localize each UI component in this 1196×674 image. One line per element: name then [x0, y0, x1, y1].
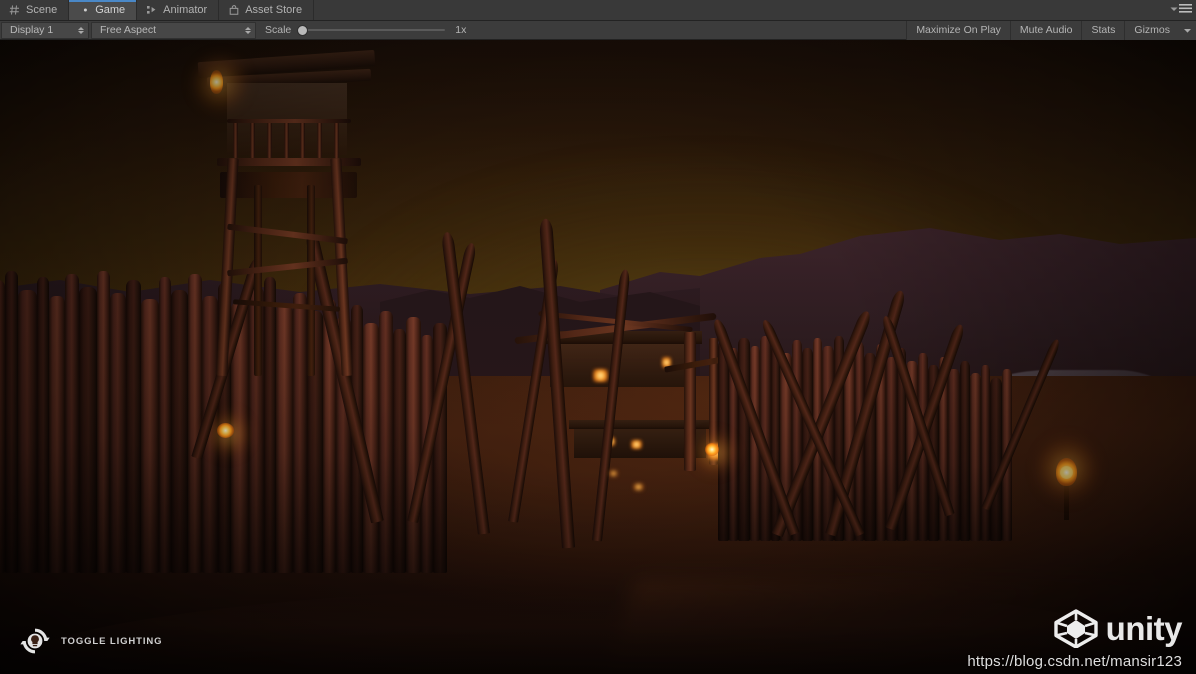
mute-audio-button[interactable]: Mute Audio: [1009, 20, 1082, 40]
editor-tab-bar: Scene Game Animator Asset Store: [0, 0, 1196, 21]
aspect-dropdown-label: Free Aspect: [100, 24, 157, 36]
tab-animator[interactable]: Animator: [137, 0, 220, 20]
building-lantern: [593, 368, 609, 382]
stats-button[interactable]: Stats: [1081, 20, 1125, 40]
scale-slider-handle[interactable]: [297, 24, 309, 36]
tab-asset-store[interactable]: Asset Store: [219, 0, 315, 20]
ground-light: [633, 483, 643, 490]
display-dropdown-label: Display 1: [10, 24, 54, 36]
gizmos-button[interactable]: Gizmos: [1124, 20, 1196, 40]
tower-rail-top: [226, 118, 351, 123]
display-dropdown[interactable]: Display 1: [1, 21, 89, 39]
game-view-viewport[interactable]: TOGGLE LIGHTING unity https://blog.csdn.…: [0, 40, 1196, 674]
toggle-lighting-label: TOGGLE LIGHTING: [61, 635, 163, 647]
options-menu-icon[interactable]: [1170, 3, 1192, 14]
tab-label: Game: [95, 4, 126, 16]
stats-label: Stats: [1091, 24, 1116, 36]
gizmos-label: Gizmos: [1134, 24, 1170, 36]
tower-brace: [233, 299, 341, 313]
mute-audio-label: Mute Audio: [1019, 24, 1073, 36]
scale-value: 1x: [455, 24, 467, 36]
chevron-down-icon: [1170, 7, 1178, 11]
watchtower: [192, 46, 377, 377]
unity-logo: unity: [1053, 608, 1183, 648]
grid-icon: [9, 4, 21, 16]
scale-slider-track: [297, 29, 446, 31]
chevron-down-icon[interactable]: [1183, 26, 1192, 35]
tower-brace: [226, 257, 348, 277]
scale-slider[interactable]: [297, 24, 446, 36]
gamepad-icon: [78, 4, 90, 16]
maximize-on-play-button[interactable]: Maximize On Play: [906, 20, 1010, 40]
aspect-ratio-dropdown[interactable]: Free Aspect: [91, 21, 256, 39]
hamburger-icon: [1179, 4, 1192, 13]
scale-control[interactable]: Scale 1x: [265, 24, 466, 36]
tower-brace: [226, 223, 348, 245]
tab-label: Asset Store: [245, 4, 303, 16]
maximize-on-play-label: Maximize On Play: [916, 24, 1001, 36]
tower-leg-inner: [253, 184, 262, 376]
building-lantern: [630, 440, 642, 450]
tab-scene[interactable]: Scene: [0, 0, 70, 20]
tower-leg-inner: [307, 184, 316, 376]
unity-cube-icon: [1053, 609, 1098, 648]
shopping-bag-icon: [228, 4, 240, 16]
tab-bar-spacer: [314, 0, 1196, 20]
updown-arrows-icon: [78, 26, 84, 34]
unity-editor-window: Scene Game Animator Asset Store Display …: [0, 0, 1196, 674]
node-graph-icon: [146, 4, 158, 16]
toggle-lighting-button[interactable]: TOGGLE LIGHTING: [20, 626, 162, 656]
lighting-refresh-icon: [20, 628, 50, 654]
blog-watermark: https://blog.csdn.net/mansir123: [967, 653, 1182, 670]
tab-label: Animator: [163, 4, 208, 16]
updown-arrows-icon: [245, 26, 251, 34]
game-view-toolbar: Display 1 Free Aspect Scale 1x Maximize …: [0, 20, 1196, 40]
tab-label: Scene: [26, 4, 58, 16]
toolbar-right-group: Maximize On Play Mute Audio Stats Gizmos: [906, 20, 1196, 40]
tab-game[interactable]: Game: [69, 0, 138, 20]
ground-light: [609, 471, 617, 477]
unity-wordmark: unity: [1105, 609, 1183, 647]
scale-label: Scale: [265, 24, 292, 36]
